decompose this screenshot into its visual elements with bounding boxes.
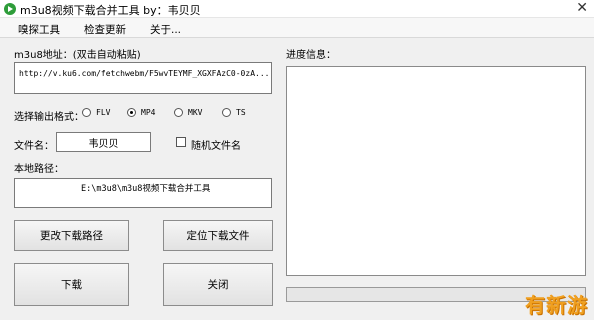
format-option-label: FLV: [96, 108, 111, 117]
title-bar: m3u8视频下载合并工具 by：韦贝贝 ✕: [0, 0, 594, 18]
random-filename-checkbox[interactable]: [176, 137, 186, 147]
download-button[interactable]: 下载: [14, 263, 129, 306]
format-option-label: MKV: [188, 108, 203, 117]
locate-file-button[interactable]: 定位下载文件: [163, 220, 273, 251]
filename-input[interactable]: 韦贝贝: [56, 132, 151, 152]
format-option-mp4[interactable]: MP4: [127, 108, 155, 117]
menu-bar: 嗅探工具 检查更新 关于...: [0, 18, 594, 38]
local-path-input[interactable]: E:\m3u8\m3u8视频下载合并工具: [14, 178, 272, 208]
change-path-button[interactable]: 更改下载路径: [14, 220, 129, 251]
url-label: m3u8地址：(双击自动粘贴): [14, 50, 141, 61]
menu-about[interactable]: 关于...: [150, 22, 181, 37]
close-window-button[interactable]: ✕: [576, 0, 588, 16]
format-label: 选择输出格式：: [14, 112, 84, 123]
filename-label: 文件名：: [14, 141, 54, 152]
radio-flv[interactable]: [82, 108, 91, 117]
format-option-mkv[interactable]: MKV: [174, 108, 202, 117]
format-option-flv[interactable]: FLV: [82, 108, 110, 117]
window-title: m3u8视频下载合并工具 by：韦贝贝: [20, 4, 201, 17]
menu-check-update[interactable]: 检查更新: [84, 22, 126, 37]
radio-mp4[interactable]: [127, 108, 136, 117]
radio-mkv[interactable]: [174, 108, 183, 117]
progress-log[interactable]: [286, 66, 586, 276]
format-option-label: MP4: [141, 108, 156, 117]
close-button[interactable]: 关闭: [163, 263, 273, 306]
radio-ts[interactable]: [222, 108, 231, 117]
watermark-logo: 有新游: [525, 293, 588, 317]
app-icon: [4, 3, 16, 15]
url-input[interactable]: http://v.ku6.com/fetchwebm/F5wvTEYMF_XGX…: [14, 62, 272, 94]
random-filename-label: 随机文件名: [191, 141, 241, 152]
local-path-label: 本地路径：: [14, 164, 64, 175]
local-path-value: E:\m3u8\m3u8视频下载合并工具: [81, 184, 211, 194]
url-value: http://v.ku6.com/fetchwebm/F5wvTEYMF_XGX…: [19, 69, 269, 78]
format-option-label: TS: [236, 108, 246, 117]
progress-label: 进度信息：: [286, 50, 336, 61]
filename-value: 韦贝贝: [88, 138, 119, 150]
menu-sniffer-tool[interactable]: 嗅探工具: [18, 22, 60, 37]
format-option-ts[interactable]: TS: [222, 108, 246, 117]
